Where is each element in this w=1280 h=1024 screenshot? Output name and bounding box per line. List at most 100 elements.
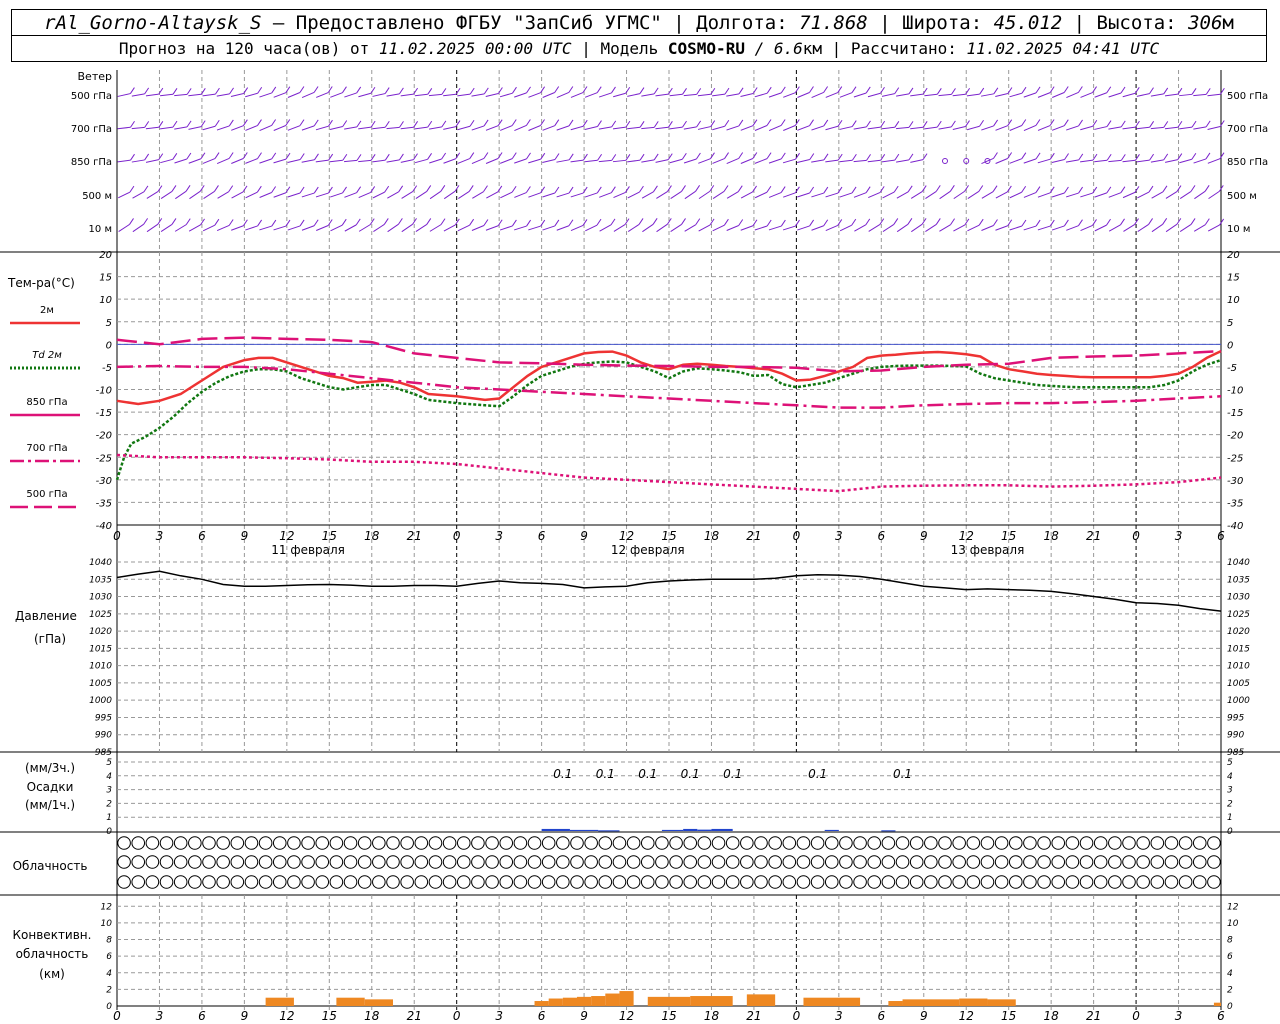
- cloud-cover-symbol: [1079, 836, 1094, 850]
- wind-barb-shaft: [485, 225, 499, 231]
- cloud-cover-symbol: [1136, 875, 1150, 889]
- wind-barb-feather: [186, 120, 192, 128]
- wind-barb-shaft: [670, 190, 682, 200]
- cloud-cover-symbol: [980, 836, 995, 850]
- wind-barb-shaft: [117, 126, 131, 130]
- wind-barb-feather: [299, 86, 305, 93]
- wind-barb-feather: [597, 153, 603, 161]
- wind-barb-shaft: [783, 92, 796, 98]
- wind-barb-feather: [610, 218, 616, 226]
- pressure-tick-left: 990: [95, 731, 112, 741]
- wind-barb-shaft: [1179, 224, 1192, 232]
- wind-barb-shaft: [471, 125, 485, 131]
- cloud-cover-symbol: [782, 855, 797, 869]
- wind-barb-shaft: [245, 92, 258, 98]
- wind-barb-shaft: [966, 93, 980, 97]
- wind-barb-feather: [865, 186, 871, 193]
- wind-barb-feather: [427, 153, 432, 160]
- wind-barb-shaft: [570, 125, 584, 131]
- wind-barb-feather: [214, 185, 219, 192]
- wind-barb-shaft: [401, 223, 413, 233]
- cloud-cover-symbol: [909, 855, 924, 869]
- wind-barb-shaft: [358, 159, 372, 163]
- wind-barb-shaft: [995, 158, 1008, 164]
- conv-bar: [803, 997, 861, 1006]
- wind-level-label: 700 гПа: [71, 124, 112, 135]
- wind-barb-shaft: [216, 225, 230, 231]
- wind-barb-shaft: [131, 93, 145, 97]
- wind-barb-feather: [1106, 218, 1111, 226]
- wind-barb-shaft: [429, 224, 442, 232]
- wind-barb-shaft: [202, 125, 216, 131]
- wind-barb-shaft: [1208, 190, 1220, 200]
- wind-barb-shaft: [330, 192, 343, 198]
- cloud-cover-symbol: [456, 855, 471, 869]
- cloud-cover-symbol: [1178, 855, 1193, 869]
- cloud-cover-symbol: [909, 875, 924, 889]
- wind-barb-shaft: [924, 126, 938, 130]
- wind-barb-feather: [1163, 153, 1169, 161]
- wind-barb-shaft: [457, 125, 471, 131]
- wind-barb-feather: [185, 218, 191, 225]
- wind-barb-shaft: [825, 224, 838, 232]
- wind-barb-shaft: [202, 224, 216, 232]
- wind-barb-shaft: [485, 125, 499, 131]
- precip-bar: [881, 830, 896, 832]
- pressure-tick-left: 1040: [89, 558, 112, 568]
- temp-series-line: [116, 336, 1222, 373]
- wind-barb-feather: [681, 218, 686, 225]
- wind-barb-feather: [638, 218, 644, 225]
- wind-barb-shaft: [853, 192, 867, 198]
- wind-barb-shaft: [245, 125, 258, 131]
- wind-barb-feather: [780, 152, 786, 160]
- wind-barb-feather: [342, 186, 347, 194]
- wind-barb-shaft: [1023, 225, 1037, 231]
- cloud-cover-symbol: [173, 855, 188, 869]
- wind-barb-shaft: [1023, 125, 1037, 131]
- cloud-cover-symbol: [258, 836, 273, 850]
- wind-barb-feather: [780, 119, 786, 126]
- cloud-cover-symbol: [612, 875, 627, 889]
- wind-barb-shaft: [584, 192, 598, 198]
- wind-barb-shaft: [1065, 159, 1079, 163]
- temp-tick-left: 0: [106, 340, 112, 351]
- cloud-cover-symbol: [1164, 836, 1179, 850]
- wind-barb-feather: [964, 218, 970, 226]
- wind-barb-shaft: [1165, 159, 1178, 163]
- wind-barb-shaft: [372, 93, 386, 97]
- wind-barb-shaft: [1023, 192, 1037, 198]
- cloud-cover-symbol: [683, 836, 698, 850]
- cloud-cover-symbol: [994, 855, 1009, 869]
- cloud-cover-symbol: [145, 855, 160, 869]
- wind-barb-feather: [398, 185, 404, 193]
- wind-barb-shaft: [117, 159, 131, 163]
- wind-barb-feather: [186, 152, 192, 160]
- wind-barb-shaft: [797, 225, 810, 231]
- cloud-cover-symbol: [1093, 875, 1108, 889]
- cloud-cover-symbol: [329, 836, 344, 850]
- pressure-tick-left: 1035: [89, 575, 112, 585]
- pressure-tick-right: 1025: [1227, 610, 1250, 620]
- wind-barb-shaft: [853, 92, 867, 98]
- wind-barb-shaft: [542, 159, 556, 163]
- wind-barb-feather: [880, 86, 885, 94]
- precip-bar: [711, 828, 733, 831]
- wind-barb-shaft: [642, 223, 654, 233]
- cloud-cover-symbol: [924, 836, 938, 850]
- wind-barb-shaft: [782, 158, 796, 164]
- x-tick-label: 15: [322, 529, 337, 543]
- wind-barb-shaft: [655, 159, 669, 163]
- cloud-cover-symbol: [301, 855, 315, 869]
- cloud-cover-symbol: [768, 875, 782, 889]
- precip-bar: [824, 829, 839, 831]
- cloud-cover-symbol: [584, 836, 598, 850]
- wind-barb-feather: [469, 87, 475, 95]
- meteogram: Ветер 500 гПа 500 гПа 700 гПа 700 гПа 850 гПа…: [0, 70, 1280, 1023]
- wind-barb-feather: [653, 121, 659, 128]
- cloud-cover-symbol: [428, 836, 443, 850]
- wind-barb-feather: [483, 185, 488, 192]
- wind-barb-shaft: [160, 191, 173, 199]
- wind-barb-feather: [908, 153, 914, 161]
- cloud-cover-symbol: [471, 875, 485, 889]
- cloud-cover-symbol: [400, 836, 414, 850]
